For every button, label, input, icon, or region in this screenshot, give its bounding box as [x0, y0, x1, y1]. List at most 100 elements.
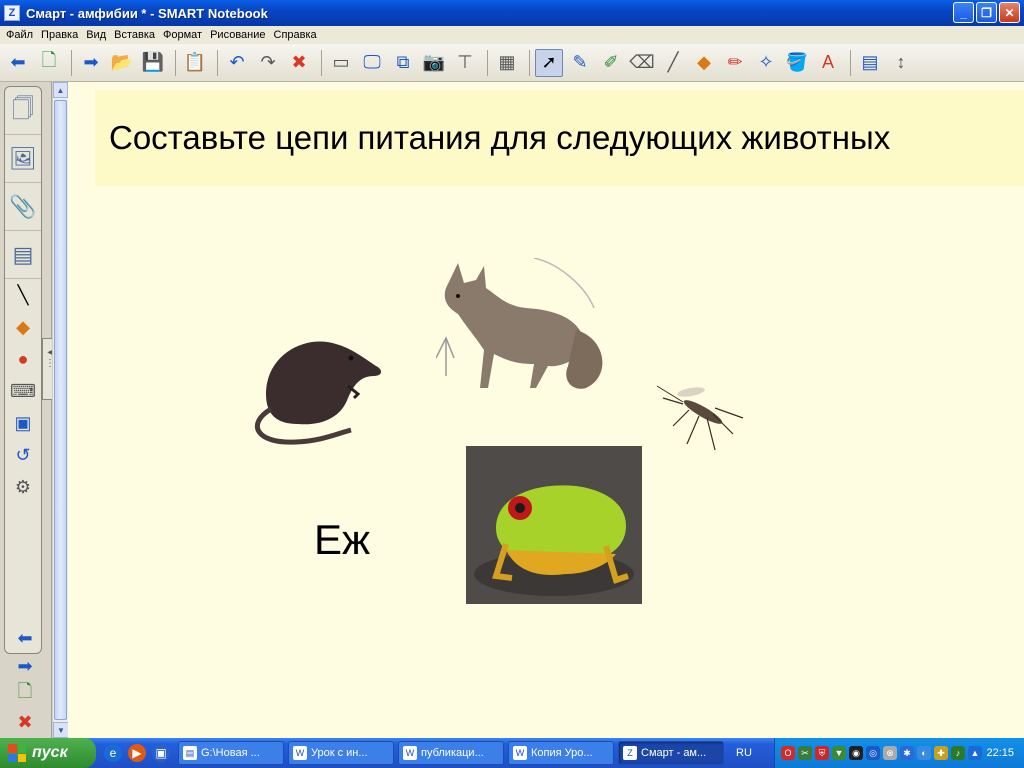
media-player-icon[interactable]: ▶: [128, 744, 146, 762]
taskbar: пуск e ▶ ▣ ▤ G:\Новая ... W Урок с ин...…: [0, 738, 1024, 768]
save-icon[interactable]: 💾: [139, 49, 167, 77]
add-page-icon[interactable]: 🗋: [10, 680, 40, 708]
line-icon[interactable]: ╱: [659, 49, 687, 77]
menu-edit[interactable]: Правка: [39, 29, 84, 41]
scroll-down-arrow[interactable]: ▼: [53, 722, 69, 738]
shapes-icon[interactable]: ◆: [690, 49, 718, 77]
opera-icon[interactable]: O: [781, 746, 795, 760]
task-label: G:\Новая ...: [201, 747, 260, 759]
previous-page-icon[interactable]: ⬅: [10, 624, 40, 652]
toolbar-separator: [321, 49, 322, 76]
table-icon[interactable]: ▦: [493, 49, 521, 77]
forward-arrow-icon[interactable]: ➡: [77, 49, 105, 77]
task-button-explorer[interactable]: ▤ G:\Новая ...: [178, 741, 284, 765]
volume-icon[interactable]: ♪: [951, 746, 965, 760]
menu-format[interactable]: Формат: [161, 29, 208, 41]
menu-insert[interactable]: Вставка: [112, 29, 161, 41]
move-toolbar-icon[interactable]: ↕: [887, 49, 915, 77]
page-sorter-tab[interactable]: 🗍: [5, 87, 41, 135]
notebook-icon: Z: [4, 5, 20, 21]
new-page-icon[interactable]: 🗋: [35, 49, 63, 77]
shape-pen-icon[interactable]: ✧: [752, 49, 780, 77]
settings-icon[interactable]: ⚙: [5, 471, 41, 503]
network-icon[interactable]: ✂: [798, 746, 812, 760]
toolbar-separator: [217, 49, 218, 76]
shield-icon[interactable]: ⛨: [815, 746, 829, 760]
pen-icon[interactable]: ✎: [566, 49, 594, 77]
side-panel: 🗍 🖼 📎 ▤ ╲ ◆ ● ⌨ ▣ ↺ ⚙ ◀◀⋮⋮ ⬅ ➡ 🗋 ✖: [0, 82, 68, 738]
media-icon[interactable]: ◉: [849, 746, 863, 760]
vertical-scrollbar[interactable]: ▲ ▼: [52, 82, 69, 738]
magic-pen-icon[interactable]: ✏: [721, 49, 749, 77]
close-button[interactable]: ✕: [999, 2, 1020, 23]
task-button-word-2[interactable]: W публикаци...: [398, 741, 504, 765]
fill-icon[interactable]: 🪣: [783, 49, 811, 77]
shrew-image[interactable]: [236, 314, 386, 454]
task-label: публикаци...: [421, 747, 484, 759]
properties-tab[interactable]: ▤: [5, 231, 41, 279]
download-icon[interactable]: ▼: [832, 746, 846, 760]
dual-screen-icon[interactable]: ⧉: [389, 49, 417, 77]
fox-image[interactable]: [436, 258, 611, 403]
antivirus-icon[interactable]: ✚: [934, 746, 948, 760]
creative-pen-icon[interactable]: ✐: [597, 49, 625, 77]
back-arrow-icon[interactable]: ⬅: [4, 49, 32, 77]
menu-bar: Файл Правка Вид Вставка Формат Рисование…: [0, 26, 1024, 44]
slide-title-box[interactable]: Составьте цепи питания для следующих жив…: [95, 90, 1024, 186]
title-bar: Z Смарт - амфибии * - SMART Notebook _ ❐…: [0, 0, 1024, 26]
redo-icon[interactable]: ↷: [254, 49, 282, 77]
scroll-up-arrow[interactable]: ▲: [53, 82, 68, 98]
properties-icon[interactable]: ▤: [856, 49, 884, 77]
main-toolbar: ⬅ 🗋 ➡ 📂 💾 📋 ↶ ↷ ✖ ▭ 🖵 ⧉ 📷 ⊤ ▦ ➚ ✎ ✐ ⌫ ╱ …: [0, 44, 1024, 82]
screen-capture-icon[interactable]: 📷: [420, 49, 448, 77]
menu-view[interactable]: Вид: [84, 29, 112, 41]
system-tray: O ✂ ⛨ ▼ ◉ ◎ ⊗ ✱ ◐ ✚ ♪ ▲ 22:15: [774, 738, 1024, 768]
smart-board-icon[interactable]: ◐: [917, 746, 931, 760]
internet-explorer-icon[interactable]: e: [104, 744, 122, 762]
next-page-icon[interactable]: ➡: [10, 652, 40, 680]
delete-page-icon[interactable]: ✖: [10, 708, 40, 736]
attachments-tab[interactable]: 📎: [5, 183, 41, 231]
eraser-icon[interactable]: ⌫: [628, 49, 656, 77]
task-button-word-1[interactable]: W Урок с ин...: [288, 741, 394, 765]
menu-draw[interactable]: Рисование: [208, 29, 271, 41]
slide-canvas[interactable]: Составьте цепи питания для следующих жив…: [68, 82, 1024, 738]
text-icon[interactable]: A: [814, 49, 842, 77]
minimize-button[interactable]: _: [953, 2, 974, 23]
mosquito-image[interactable]: [653, 374, 748, 452]
full-screen-icon[interactable]: 🖵: [358, 49, 386, 77]
undo-icon[interactable]: ↶: [223, 49, 251, 77]
line-tool-icon[interactable]: ╲: [5, 279, 41, 311]
keyboard-icon[interactable]: ⌨: [5, 375, 41, 407]
word-icon: W: [293, 746, 307, 760]
show-desktop-icon[interactable]: ▣: [152, 744, 170, 762]
select-icon[interactable]: ➚: [535, 48, 563, 77]
clock[interactable]: 22:15: [986, 747, 1014, 759]
scroll-thumb[interactable]: [54, 100, 67, 720]
word-icon: W: [513, 746, 527, 760]
task-button-notebook[interactable]: Z Смарт - ам...: [618, 741, 724, 765]
maximize-button[interactable]: ❐: [976, 2, 997, 23]
frog-image[interactable]: [466, 446, 642, 604]
menu-file[interactable]: Файл: [4, 29, 39, 41]
update-icon[interactable]: ⊗: [883, 746, 897, 760]
screen-shade-icon[interactable]: ▭: [327, 49, 355, 77]
task-button-word-3[interactable]: W Копия Уро...: [508, 741, 614, 765]
language-indicator[interactable]: RU: [728, 747, 760, 759]
document-camera-icon[interactable]: ⊤: [451, 49, 479, 77]
security-icon[interactable]: ▲: [968, 746, 982, 760]
hedgehog-label[interactable]: Еж: [314, 516, 370, 564]
open-folder-icon[interactable]: 📂: [108, 49, 136, 77]
highlighter-icon[interactable]: ●: [5, 343, 41, 375]
paste-icon[interactable]: 📋: [181, 49, 209, 77]
start-label: пуск: [32, 744, 68, 761]
notebook-icon[interactable]: ▣: [5, 407, 41, 439]
sync-icon[interactable]: ◎: [866, 746, 880, 760]
delete-icon[interactable]: ✖: [285, 49, 313, 77]
shapes-tool-icon[interactable]: ◆: [5, 311, 41, 343]
gallery-tab[interactable]: 🖼: [5, 135, 41, 183]
start-button[interactable]: пуск: [0, 738, 96, 768]
bluetooth-icon[interactable]: ✱: [900, 746, 914, 760]
menu-help[interactable]: Справка: [272, 29, 323, 41]
undo-icon[interactable]: ↺: [5, 439, 41, 471]
